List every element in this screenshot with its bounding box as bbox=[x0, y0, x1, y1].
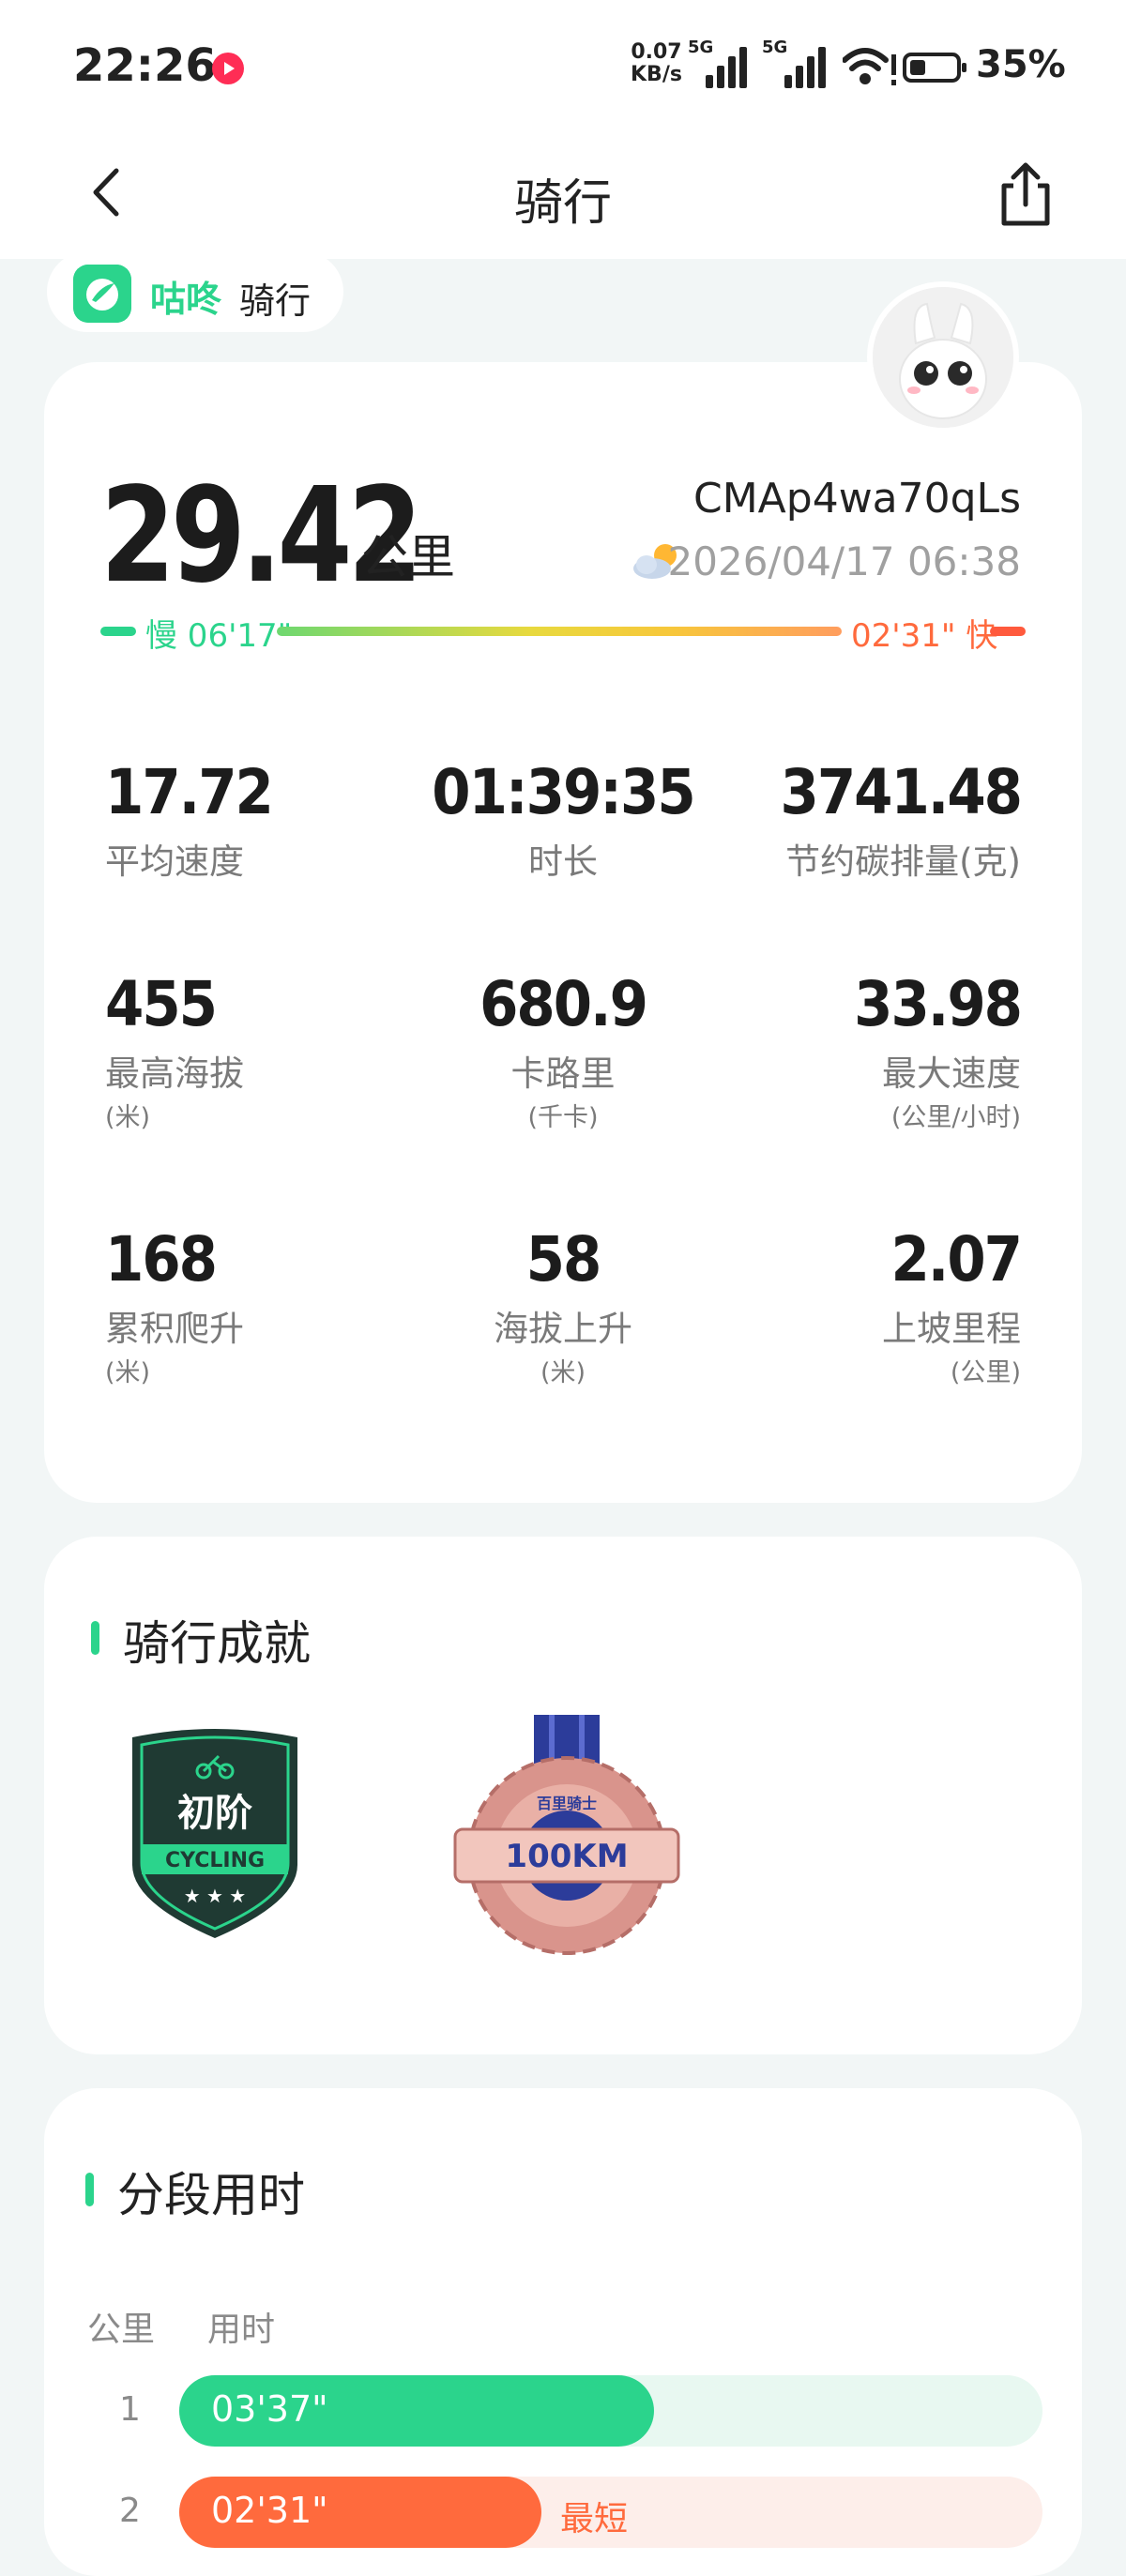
ride-datetime: 2026/04/17 06:38 bbox=[667, 538, 1021, 584]
nav-bar: 骑行 bbox=[0, 131, 1126, 259]
stat-label: 最高海拔 bbox=[105, 1053, 244, 1094]
screen-record-icon bbox=[212, 53, 244, 84]
distance-unit: 公里 bbox=[361, 530, 455, 584]
stat-unit: (米) bbox=[540, 1358, 586, 1387]
brand-pill: 咕咚 骑行 bbox=[47, 251, 343, 332]
stat-value: 17.72 bbox=[105, 756, 274, 828]
stat-label: 最大速度 bbox=[882, 1053, 1021, 1094]
stat-label: 时长 bbox=[528, 841, 598, 882]
ride-id: CMAp4wa70qLs bbox=[692, 475, 1021, 523]
stat-value: 168 bbox=[105, 1223, 218, 1296]
stat-unit: (千卡) bbox=[527, 1103, 599, 1132]
medal-100km-text: 100KM bbox=[505, 1838, 628, 1875]
split-row: 02'31" 最短 bbox=[179, 2477, 1042, 2548]
share-icon[interactable] bbox=[993, 159, 1058, 229]
stat-label: 平均速度 bbox=[105, 841, 244, 882]
pace-slow-marker bbox=[100, 627, 136, 636]
stat-value: 2.07 bbox=[890, 1223, 1023, 1296]
stat-value: 01:39:35 bbox=[432, 756, 695, 828]
stat-unit: (公里) bbox=[950, 1358, 1021, 1387]
splits-title: 分段用时 bbox=[117, 2168, 305, 2222]
split-time: 03'37" bbox=[211, 2388, 328, 2430]
stat-total-climb: 168 累积爬升 (米) bbox=[105, 1223, 443, 1390]
stat-max-altitude: 455 最高海拔 (米) bbox=[105, 968, 443, 1135]
sim1-signal-icon bbox=[706, 47, 753, 88]
badge-level-text: 初阶 bbox=[177, 1792, 252, 1835]
avatar-mascot-icon bbox=[873, 287, 1013, 428]
pace-fast-marker bbox=[990, 627, 1026, 636]
stat-value: 3741.48 bbox=[780, 756, 1023, 828]
stat-unit: (米) bbox=[105, 1103, 151, 1132]
achievements-card: 骑行成就 初阶 CYCLING ★ ★ ★ 100KM 百里骑士 bbox=[44, 1537, 1082, 2054]
badge-cycling-text: CYCLING bbox=[165, 1849, 265, 1872]
network-speed-value: 0.07 bbox=[631, 40, 682, 64]
badge-stars: ★ ★ ★ bbox=[184, 1885, 247, 1907]
split-row: 03'37" bbox=[179, 2375, 1042, 2447]
network-speed: 0.07 KB/s bbox=[631, 41, 682, 86]
codoon-logo-icon bbox=[73, 265, 131, 323]
split-bar: 02'31" bbox=[179, 2477, 541, 2548]
section-accent-bar bbox=[85, 2173, 94, 2206]
achievements-title: 骑行成就 bbox=[123, 1616, 311, 1671]
splits-col-time: 用时 bbox=[207, 2311, 276, 2349]
section-accent-bar bbox=[91, 1621, 99, 1655]
stat-value: 58 bbox=[525, 1223, 602, 1296]
status-time: 22:26 bbox=[73, 39, 217, 92]
split-fastest-tag: 最短 bbox=[560, 2500, 629, 2538]
splits-col-km: 公里 bbox=[87, 2311, 156, 2349]
battery-icon bbox=[903, 53, 966, 83]
stat-label: 海拔上升 bbox=[494, 1309, 632, 1349]
page-title: 骑行 bbox=[513, 175, 612, 232]
split-bar: 03'37" bbox=[179, 2375, 654, 2447]
pace-fast-label: 02'31" 快 bbox=[851, 617, 998, 655]
stat-carbon-saved: 3741.48 节约碳排量(克) bbox=[683, 756, 1023, 886]
pace-gradient-bar bbox=[277, 627, 842, 636]
stat-unit: (米) bbox=[105, 1358, 151, 1387]
battery-percent: 35% bbox=[976, 43, 1066, 86]
stat-duration: 01:39:35 时长 bbox=[394, 756, 732, 886]
stat-label: 节约碳排量(克) bbox=[785, 841, 1021, 882]
beginner-cycling-badge[interactable]: 初阶 CYCLING ★ ★ ★ bbox=[121, 1724, 309, 1940]
stat-unit: (公里/小时) bbox=[890, 1103, 1021, 1132]
stat-label: 上坡里程 bbox=[882, 1309, 1021, 1349]
100km-medal[interactable]: 100KM 百里骑士 bbox=[449, 1715, 684, 1959]
stat-avg-speed: 17.72 平均速度 bbox=[105, 756, 443, 886]
stat-value: 680.9 bbox=[479, 968, 648, 1040]
pace-legend: 慢 06'17" 02'31" 快 bbox=[100, 610, 1026, 655]
avatar[interactable] bbox=[867, 281, 1019, 433]
stat-uphill-distance: 2.07 上坡里程 (公里) bbox=[683, 1223, 1023, 1390]
stat-value: 33.98 bbox=[854, 968, 1023, 1040]
pace-slow-label: 慢 06'17" bbox=[145, 617, 293, 655]
medal-top-text: 百里骑士 bbox=[537, 1795, 597, 1812]
stat-calories: 680.9 卡路里 (千卡) bbox=[394, 968, 732, 1135]
stat-max-speed: 33.98 最大速度 (公里/小时) bbox=[683, 968, 1023, 1135]
split-km: 1 bbox=[119, 2390, 141, 2429]
split-km: 2 bbox=[119, 2492, 141, 2530]
splits-card: 分段用时 公里 用时 1 03'37" 2 02'31" 最短 bbox=[44, 2088, 1082, 2576]
summary-card: 29.42 公里 CMAp4wa70qLs 2026/04/17 06:38 慢… bbox=[44, 362, 1082, 1503]
status-bar: 22:26 0.07 KB/s 5G 5G 35% bbox=[0, 0, 1126, 131]
split-time: 02'31" bbox=[211, 2490, 328, 2531]
wifi-icon bbox=[843, 48, 896, 85]
stat-elevation-gain: 58 海拔上升 (米) bbox=[394, 1223, 732, 1390]
network-speed-unit: KB/s bbox=[631, 63, 682, 86]
brand-activity-type: 骑行 bbox=[239, 280, 312, 322]
stat-label: 累积爬升 bbox=[105, 1309, 244, 1349]
sim2-signal-icon bbox=[784, 47, 831, 88]
stat-value: 455 bbox=[105, 968, 218, 1040]
stat-label: 卡路里 bbox=[510, 1053, 616, 1094]
brand-name: 咕咚 bbox=[150, 279, 222, 320]
